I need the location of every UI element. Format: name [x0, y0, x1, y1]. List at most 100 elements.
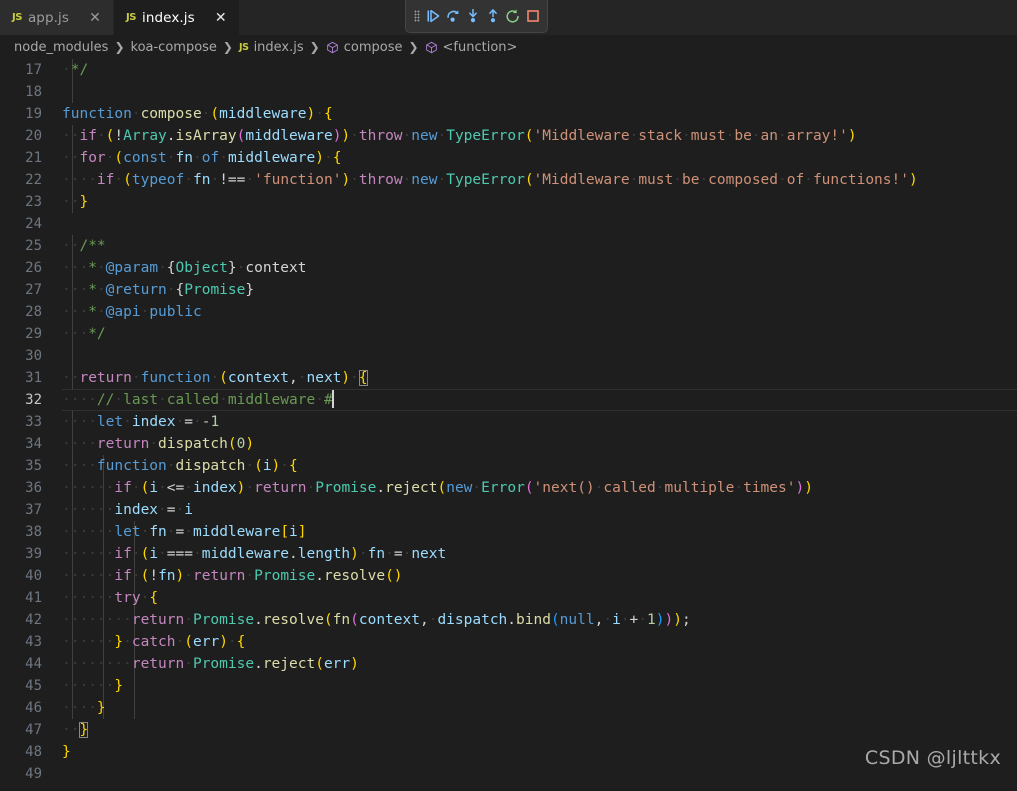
breadcrumb-item-node-modules[interactable]: node_modules: [14, 40, 108, 55]
line-content: ······if·(i·===·middleware.length)·fn·=·…: [62, 546, 447, 562]
code-line[interactable]: 17 ·*/: [0, 59, 1017, 81]
code-line[interactable]: 45 ······}: [0, 675, 1017, 697]
tab-index-js[interactable]: JS index.js ✕: [114, 0, 240, 35]
line-content: ····function·dispatch·(i)·{: [62, 458, 298, 474]
code-line[interactable]: 21 ··for·(const·fn·of·middleware)·{: [0, 147, 1017, 169]
line-number: 45: [25, 678, 42, 694]
breadcrumb-item-index-js[interactable]: JS index.js: [239, 40, 304, 55]
line-number: 41: [25, 590, 42, 606]
line-number: 35: [25, 458, 42, 474]
breadcrumb-label: <function>: [442, 39, 518, 55]
drag-handle-icon[interactable]: [410, 5, 423, 27]
line-content: ·*/: [62, 62, 89, 78]
breadcrumb-label: index.js: [253, 39, 304, 55]
tab-label: app.js: [27, 9, 70, 26]
breadcrumb-label: node_modules: [14, 39, 109, 55]
js-file-icon: JS: [126, 11, 136, 23]
line-content: ······if·(!fn)·return·Promise.resolve(): [62, 568, 403, 584]
breadcrumb-item-koa-compose[interactable]: koa-compose: [131, 40, 217, 55]
code-line[interactable]: 35 ····function·dispatch·(i)·{: [0, 455, 1017, 477]
code-line[interactable]: 27 ···*·@return·{Promise}: [0, 279, 1017, 301]
bracket-match-highlight: {: [358, 370, 368, 386]
line-content: ··if·(!Array.isArray(middleware))·throw·…: [62, 128, 857, 144]
code-line[interactable]: 37 ······index·=·i: [0, 499, 1017, 521]
stop-button[interactable]: [523, 5, 543, 27]
step-over-icon: [447, 10, 459, 22]
line-number: 40: [25, 568, 42, 584]
code-line[interactable]: 48 }: [0, 741, 1017, 763]
line-number: 28: [25, 304, 42, 320]
continue-button[interactable]: [423, 5, 443, 27]
code-lines: 17 ·*/ 18 19 function·compose·(middlewar…: [0, 59, 1017, 785]
code-line[interactable]: 38 ······let·fn·=·middleware[i]: [0, 521, 1017, 543]
line-number: 44: [25, 656, 42, 672]
line-content: ······let·fn·=·middleware[i]: [62, 524, 307, 540]
chevron-right-icon: ❯: [408, 40, 419, 54]
line-content: ······}: [62, 678, 124, 694]
line-number: 43: [25, 634, 42, 650]
line-content: function·compose·(middleware)·{: [62, 106, 333, 122]
line-content: ··/**: [62, 238, 106, 254]
vscode-window: JS app.js ✕ JS index.js ✕ node_modules ❯…: [0, 0, 1017, 791]
code-line[interactable]: 44 ········return·Promise.reject(err): [0, 653, 1017, 675]
line-content: [52, 763, 1017, 785]
code-line[interactable]: 42 ········return·Promise.resolve(fn(con…: [0, 609, 1017, 631]
code-line[interactable]: 20 ··if·(!Array.isArray(middleware))·thr…: [0, 125, 1017, 147]
code-line[interactable]: 33 ····let·index·=·-1: [0, 411, 1017, 433]
code-line[interactable]: 47 ··}: [0, 719, 1017, 741]
code-line[interactable]: 29 ···*/: [0, 323, 1017, 345]
line-number: 21: [25, 150, 42, 166]
code-line-active[interactable]: 32 ····//·last·called·middleware·#: [0, 389, 1017, 411]
line-content: ···*·@api·public: [62, 304, 202, 320]
line-number: 22: [25, 172, 42, 188]
line-content: ··return·function·(context,·next)·{: [62, 370, 368, 386]
line-number: 19: [25, 106, 42, 122]
code-line[interactable]: 22 ····if·(typeof·fn·!==·'function')·thr…: [0, 169, 1017, 191]
code-line[interactable]: 18: [0, 81, 1017, 103]
line-number: 39: [25, 546, 42, 562]
breadcrumb-item-compose[interactable]: compose: [326, 40, 402, 55]
tab-app-js[interactable]: JS app.js ✕: [0, 0, 115, 35]
breadcrumb-item-function[interactable]: <function>: [425, 39, 518, 55]
code-line[interactable]: 23 ··}: [0, 191, 1017, 213]
close-icon[interactable]: ✕: [213, 10, 229, 26]
code-line[interactable]: 24: [0, 213, 1017, 235]
code-line[interactable]: 43 ······}·catch·(err)·{: [0, 631, 1017, 653]
line-content: ···*/: [62, 326, 106, 342]
line-content: }: [62, 744, 71, 760]
code-line[interactable]: 30: [0, 345, 1017, 367]
code-line[interactable]: 36 ······if·(i·<=·index)·return·Promise.…: [0, 477, 1017, 499]
code-line[interactable]: 31 ··return·function·(context,·next)·{: [0, 367, 1017, 389]
step-out-button[interactable]: [483, 5, 503, 27]
line-content: ········return·Promise.resolve(fn(contex…: [62, 612, 691, 628]
code-line[interactable]: 25 ··/**: [0, 235, 1017, 257]
line-number: 48: [25, 744, 42, 760]
chevron-right-icon: ❯: [114, 40, 125, 54]
code-line[interactable]: 34 ····return·dispatch(0): [0, 433, 1017, 455]
line-content: [52, 345, 1017, 367]
line-content: ······index·=·i: [62, 502, 193, 518]
code-line[interactable]: 39 ······if·(i·===·middleware.length)·fn…: [0, 543, 1017, 565]
code-line[interactable]: 41 ······try·{: [0, 587, 1017, 609]
restart-button[interactable]: [503, 5, 523, 27]
line-content: ····}: [62, 700, 106, 716]
symbol-function-icon: [326, 41, 339, 54]
code-line[interactable]: 40 ······if·(!fn)·return·Promise.resolve…: [0, 565, 1017, 587]
line-number: 20: [25, 128, 42, 144]
step-over-button[interactable]: [443, 5, 463, 27]
close-icon[interactable]: ✕: [87, 10, 103, 26]
code-line[interactable]: 28 ···*·@api·public: [0, 301, 1017, 323]
step-into-button[interactable]: [463, 5, 483, 27]
line-number: 33: [25, 414, 42, 430]
tab-label: index.js: [141, 9, 195, 26]
code-line[interactable]: 46 ····}: [0, 697, 1017, 719]
code-line[interactable]: 19 function·compose·(middleware)·{: [0, 103, 1017, 125]
js-file-icon: JS: [238, 41, 249, 53]
code-line[interactable]: 49: [0, 763, 1017, 785]
line-number: 18: [25, 84, 42, 100]
line-content: [52, 213, 1017, 235]
code-editor[interactable]: 17 ·*/ 18 19 function·compose·(middlewar…: [0, 59, 1017, 791]
line-number: 31: [25, 370, 42, 386]
line-content: ····let·index·=·-1: [62, 414, 220, 430]
code-line[interactable]: 26 ···*·@param·{Object}·context: [0, 257, 1017, 279]
